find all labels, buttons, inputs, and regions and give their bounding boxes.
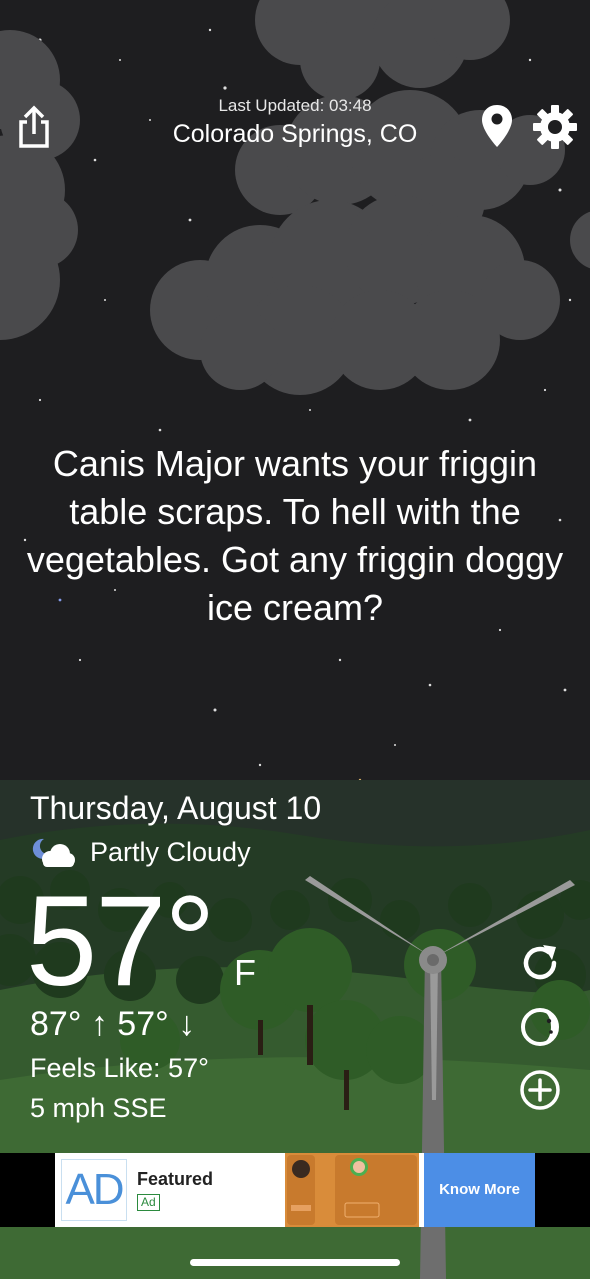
clouds <box>0 0 590 395</box>
ad-image <box>285 1153 419 1227</box>
ad-title: Featured <box>137 1169 214 1189</box>
moon-phase-icon <box>521 1008 559 1046</box>
add-location-button[interactable] <box>518 1068 562 1112</box>
top-bar: Last Updated: 03:48 Colorado Springs, CO <box>0 90 590 170</box>
condition-label: Partly Cloudy <box>90 837 251 867</box>
settings-button[interactable] <box>532 104 578 150</box>
refresh-button[interactable] <box>518 941 562 985</box>
ad-banner: AD Featured Ad Know More <box>0 1153 590 1227</box>
current-temperature: 57° <box>26 870 216 1013</box>
moon-phase-button[interactable] <box>518 1005 562 1049</box>
temperature-unit[interactable]: F <box>234 952 256 994</box>
gear-icon <box>533 105 577 149</box>
ad-cta-button[interactable]: Know More <box>424 1153 535 1227</box>
partly-cloudy-night-icon <box>32 838 75 867</box>
location-button[interactable] <box>481 104 513 148</box>
high-low-temperature: 87° ↑ 57° ↓ <box>30 1005 196 1043</box>
wind-speed: 5 mph SSE <box>30 1093 167 1123</box>
weather-quote: Canis Major wants your friggin table scr… <box>26 443 564 628</box>
home-indicator[interactable] <box>190 1259 400 1266</box>
location-pin-icon <box>482 105 512 147</box>
forecast-date: Thursday, August 10 <box>30 790 322 826</box>
refresh-icon <box>523 945 557 980</box>
ad-logo: AD <box>61 1159 127 1221</box>
add-circle-icon <box>520 1070 560 1110</box>
ad-card[interactable]: AD Featured Ad Know More <box>55 1153 535 1227</box>
feels-like: Feels Like: 57° <box>30 1053 209 1083</box>
ad-illustration <box>285 1153 419 1227</box>
ad-tag: Ad <box>137 1194 160 1211</box>
